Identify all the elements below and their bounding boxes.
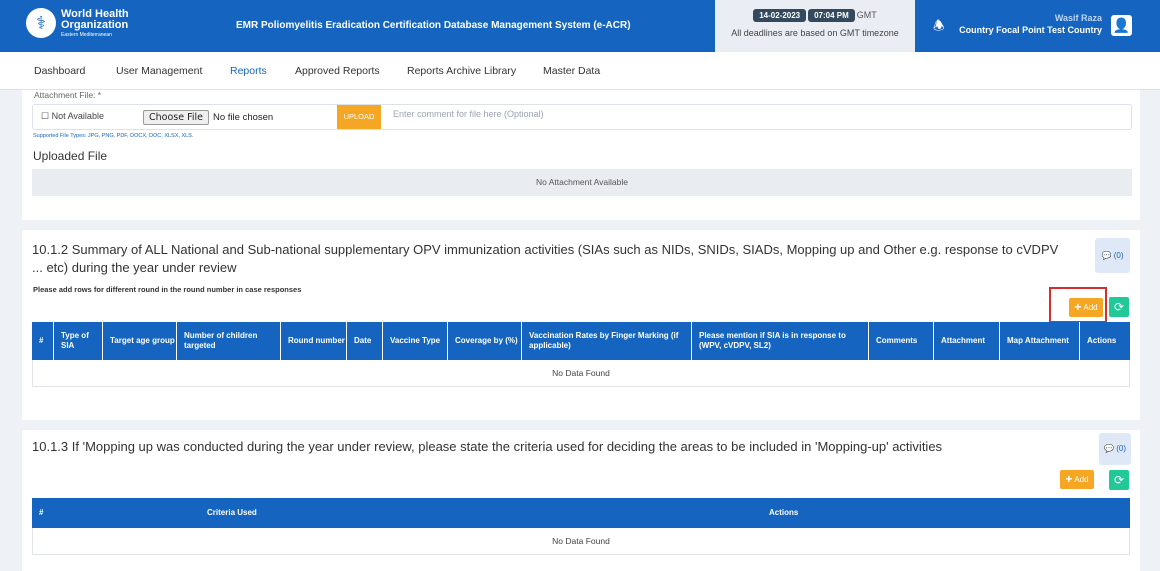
nav-user-management[interactable]: User Management [116, 65, 202, 77]
add-label: Add [1083, 303, 1098, 312]
refresh-icon[interactable]: ⟳ [1109, 297, 1129, 317]
col-actions: Actions [1087, 336, 1117, 345]
user-role: Country Focal Point Test Country [959, 24, 1102, 35]
table-header: # Criteria Used Actions [32, 498, 1130, 528]
col-vaccination-rates: Vaccination Rates by Finger Marking (if … [522, 322, 692, 360]
who-logo[interactable]: ⚕ World Health Organization Eastern Medi… [26, 8, 129, 38]
add-row-button[interactable]: + Add [1060, 470, 1094, 489]
who-emblem-icon: ⚕ [26, 8, 56, 38]
comments-button[interactable]: 💬 (0) [1095, 238, 1130, 273]
comment-icon: 💬 [1104, 444, 1114, 453]
col-vaccine-type: Vaccine Type [383, 322, 448, 360]
empty-table-row: No Data Found [32, 528, 1130, 555]
not-available-label: Not Available [51, 111, 104, 121]
upload-row: ☐ Not Available Choose File No file chos… [32, 104, 1132, 130]
col-children-targeted: Number of children targeted [177, 322, 281, 360]
file-comment-input[interactable] [393, 109, 1113, 119]
comment-icon: 💬 [1101, 251, 1112, 260]
plus-icon: + [1074, 300, 1082, 314]
empty-table-row: No Data Found [32, 360, 1130, 387]
not-available-checkbox[interactable]: ☐ Not Available [41, 111, 104, 122]
user-info[interactable]: Wasif Raza Country Focal Point Test Coun… [959, 13, 1102, 36]
col-index: # [39, 508, 44, 517]
section-title: 10.1.2 Summary of ALL National and Sub-n… [32, 242, 1059, 275]
table-header: # Type of SIA Target age group Number of… [32, 322, 1130, 360]
deadline-note: All deadlines are based on GMT timezone [731, 28, 899, 38]
upload-button[interactable]: UPLOAD [337, 105, 381, 129]
choose-file-button[interactable]: Choose File [143, 110, 209, 125]
col-coverage: Coverage by (%) [448, 322, 522, 360]
avatar-icon[interactable]: 👤 [1111, 15, 1132, 36]
logo-text-line1: World Health [61, 7, 129, 20]
attachment-label: Attachment File: * [34, 90, 102, 100]
timezone-label: GMT [856, 10, 877, 20]
no-file-chosen: No file chosen [213, 112, 274, 123]
logo-text-line3: Eastern Mediterranean [61, 31, 112, 38]
date-badge: 14-02-2023 [753, 9, 807, 22]
col-attachment: Attachment [934, 322, 1000, 360]
section-10-1-3-card: 10.1.3 If 'Mopping up was conducted duri… [22, 430, 1140, 571]
main-nav: Dashboard User Management Reports Approv… [0, 52, 1160, 90]
col-index: # [32, 322, 54, 360]
nav-master-data[interactable]: Master Data [543, 65, 600, 77]
section-title: 10.1.3 If 'Mopping up was conducted duri… [32, 439, 943, 454]
supported-file-types: Supported File Types: JPG, PNG, PDF, DOC… [33, 133, 194, 139]
nav-reports[interactable]: Reports [230, 65, 267, 77]
user-name: Wasif Raza [1054, 13, 1102, 23]
logo-text-line2: Organization [61, 18, 129, 31]
timezone-panel: 14-02-2023 07:04 PM GMT All deadlines are … [715, 0, 915, 52]
refresh-icon[interactable]: ⟳ [1109, 470, 1129, 490]
col-target-age-group: Target age group [103, 322, 177, 360]
add-row-button[interactable]: + Add [1069, 298, 1103, 317]
col-comments: Comments [869, 322, 934, 360]
section-10-1-2-card: 10.1.2 Summary of ALL National and Sub-n… [22, 230, 1140, 420]
add-label: Add [1074, 475, 1089, 484]
section-hint: Please add rows for different round in t… [33, 285, 302, 294]
no-attachment-row: No Attachment Available [32, 169, 1132, 196]
col-criteria-used: Criteria Used [207, 508, 257, 517]
col-map-attachment: Map Attachment [1000, 322, 1080, 360]
col-sia-response: Please mention if SIA is in response to … [692, 322, 869, 360]
time-badge: 07:04 PM [808, 9, 855, 22]
nav-reports-archive-library[interactable]: Reports Archive Library [407, 65, 516, 77]
nav-approved-reports[interactable]: Approved Reports [295, 65, 380, 77]
top-bar: ⚕ World Health Organization Eastern Medi… [0, 0, 1160, 52]
uploaded-file-title: Uploaded File [33, 149, 108, 163]
col-type-of-sia: Type of SIA [54, 322, 103, 360]
nav-dashboard[interactable]: Dashboard [34, 65, 85, 77]
comment-count: (0) [1113, 251, 1124, 260]
col-date: Date [347, 322, 383, 360]
plus-icon: + [1065, 472, 1073, 486]
comments-button[interactable]: 💬 (0) [1099, 433, 1131, 465]
col-round-number: Round number [281, 322, 347, 360]
bell-icon[interactable]: 🕭 [933, 17, 945, 39]
app-title: EMR Poliomyelitis Eradication Certificat… [236, 20, 631, 31]
col-actions: Actions [769, 508, 799, 517]
attachment-card: Attachment File: * ☐ Not Available Choos… [22, 90, 1140, 220]
comment-count: (0) [1116, 444, 1126, 453]
